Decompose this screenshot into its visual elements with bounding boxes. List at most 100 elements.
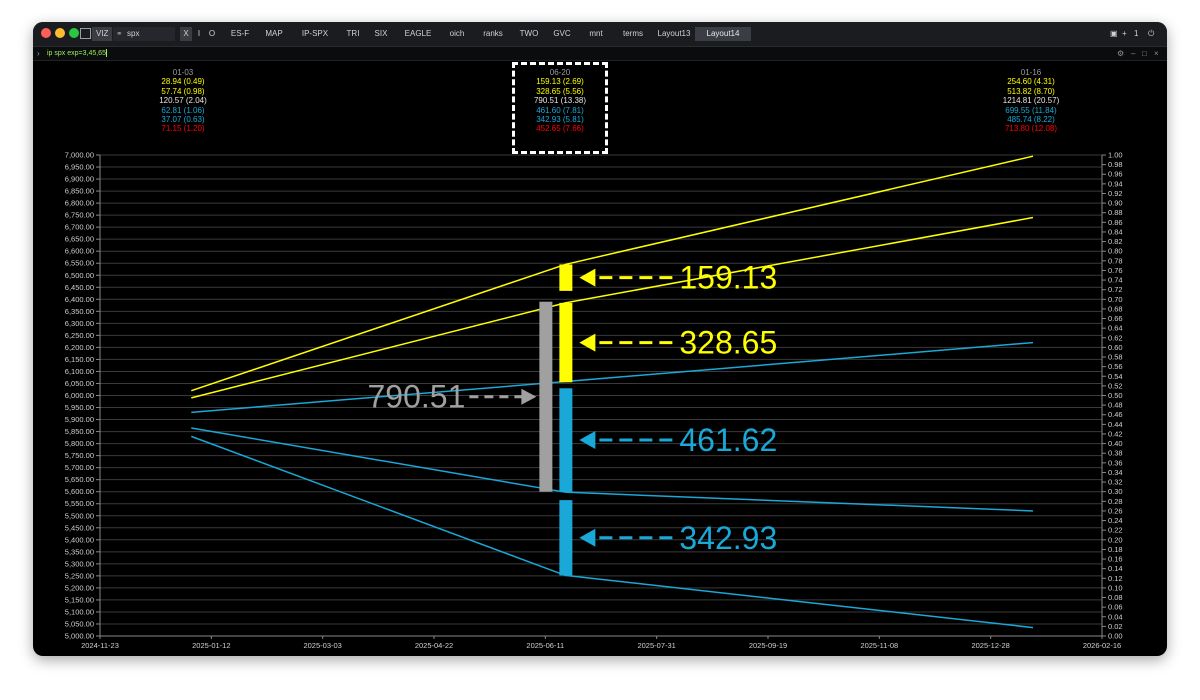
right-axis-label: 0.18	[1108, 545, 1123, 554]
right-axis-label: 0.36	[1108, 458, 1123, 467]
x-axis-label: 2025-11-08	[860, 641, 898, 650]
left-axis-label: 6,800.00	[65, 199, 94, 208]
left-axis-label: 6,600.00	[65, 247, 94, 256]
left-axis-label: 5,700.00	[65, 463, 94, 472]
app-window: VIZ ⚭ spx X I O ES-F MAP IP-SPX TRI SIX EAGLE…	[33, 22, 1167, 656]
x-axis-label: 2024-11-23	[81, 641, 119, 650]
left-axis-label: 6,100.00	[65, 367, 94, 376]
range-bar-3	[559, 388, 573, 492]
x-axis-label: 2025-07-31	[637, 641, 675, 650]
left-axis-label: 6,050.00	[65, 379, 94, 388]
right-axis-label: 0.82	[1108, 237, 1123, 246]
right-axis-label: 0.84	[1108, 227, 1123, 236]
series-line-2	[191, 341, 1034, 414]
left-axis-label: 6,350.00	[65, 307, 94, 316]
left-axis-label: 6,750.00	[65, 211, 94, 220]
right-axis-label: 0.94	[1108, 179, 1123, 188]
left-axis-label: 5,750.00	[65, 451, 94, 460]
right-axis-label: 0.48	[1108, 401, 1123, 410]
right-axis-label: 0.86	[1108, 218, 1123, 227]
right-axis-label: 0.54	[1108, 372, 1123, 381]
left-axis-label: 5,950.00	[65, 403, 94, 412]
x-axis-label: 2026-02-16	[1083, 641, 1121, 650]
x-axis-label: 2025-04-22	[415, 641, 453, 650]
right-axis-label: 0.78	[1108, 256, 1123, 265]
x-axis-label: 2025-01-12	[192, 641, 230, 650]
right-axis-label: 0.60	[1108, 343, 1123, 352]
series-line-4	[191, 435, 1034, 629]
right-axis-label: 0.74	[1108, 276, 1123, 285]
right-axis-label: 0.10	[1108, 583, 1123, 592]
right-axis-label: 0.72	[1108, 285, 1123, 294]
left-axis-label: 6,250.00	[65, 331, 94, 340]
right-axis-label: 0.56	[1108, 362, 1123, 371]
left-axis-label: 5,000.00	[65, 632, 94, 641]
range-bar-0	[559, 264, 573, 291]
left-axis-label: 5,400.00	[65, 535, 94, 544]
x-axis-label: 2025-03-03	[303, 641, 341, 650]
left-axis-label: 6,000.00	[65, 391, 94, 400]
right-axis-label: 0.58	[1108, 353, 1123, 362]
bar-arrow-head	[579, 430, 596, 449]
right-axis-label: 0.22	[1108, 526, 1123, 535]
x-axis-label: 2025-06-11	[526, 641, 564, 650]
bar-arrow-head	[579, 333, 596, 352]
left-axis-label: 6,550.00	[65, 259, 94, 268]
left-axis-label: 6,900.00	[65, 175, 94, 184]
right-axis-label: 1.00	[1108, 151, 1123, 160]
bar-value-label: 159.13	[679, 260, 777, 296]
right-axis-label: 0.46	[1108, 410, 1123, 419]
right-axis-label: 0.00	[1108, 632, 1123, 641]
right-axis-label: 0.96	[1108, 170, 1123, 179]
left-axis-label: 6,400.00	[65, 295, 94, 304]
right-axis-label: 0.28	[1108, 497, 1123, 506]
bar-arrow-head	[521, 388, 537, 405]
left-axis-label: 5,850.00	[65, 427, 94, 436]
left-axis-label: 5,650.00	[65, 475, 94, 484]
left-axis-label: 5,300.00	[65, 559, 94, 568]
left-axis-label: 6,500.00	[65, 271, 94, 280]
right-axis-label: 0.66	[1108, 314, 1123, 323]
range-bar-4	[559, 500, 573, 576]
left-axis-label: 5,100.00	[65, 607, 94, 616]
right-axis-label: 0.70	[1108, 295, 1123, 304]
bar-arrow-head	[579, 528, 596, 547]
right-axis-label: 0.20	[1108, 535, 1123, 544]
right-axis-label: 0.16	[1108, 555, 1123, 564]
right-axis-label: 0.42	[1108, 429, 1123, 438]
right-axis-label: 0.38	[1108, 449, 1123, 458]
left-axis-label: 5,800.00	[65, 439, 94, 448]
left-axis-label: 5,450.00	[65, 523, 94, 532]
left-axis-label: 6,300.00	[65, 319, 94, 328]
price-chart: 5,000.00 5,050.00 5,100.00 5,150.00 5,200.00…	[65, 151, 1123, 651]
bar-arrow-head	[579, 268, 596, 287]
right-axis-label: 0.04	[1108, 612, 1123, 621]
right-axis-label: 0.76	[1108, 266, 1123, 275]
x-axis-label: 2025-12-28	[971, 641, 1009, 650]
left-axis-label: 5,600.00	[65, 487, 94, 496]
right-axis-label: 0.62	[1108, 333, 1123, 342]
right-axis-label: 0.30	[1108, 487, 1123, 496]
right-axis-label: 0.02	[1108, 622, 1123, 631]
bar-value-label: 790.51	[367, 379, 465, 415]
right-axis-label: 0.14	[1108, 564, 1123, 573]
left-axis-label: 6,700.00	[65, 223, 94, 232]
right-axis-label: 0.40	[1108, 439, 1123, 448]
left-axis-label: 5,500.00	[65, 511, 94, 520]
right-axis-label: 0.06	[1108, 603, 1123, 612]
series-line-1	[191, 216, 1034, 399]
left-axis-label: 6,850.00	[65, 187, 94, 196]
right-axis-label: 0.50	[1108, 391, 1123, 400]
right-axis-label: 0.92	[1108, 189, 1123, 198]
bar-value-label: 342.93	[679, 520, 777, 556]
left-axis-label: 5,050.00	[65, 619, 94, 628]
right-axis-label: 0.90	[1108, 199, 1123, 208]
left-axis-label: 5,900.00	[65, 415, 94, 424]
bar-value-label: 461.62	[679, 422, 777, 458]
right-axis-label: 0.44	[1108, 420, 1123, 429]
bar-value-label: 328.65	[679, 325, 777, 361]
left-axis-label: 5,350.00	[65, 547, 94, 556]
left-axis-label: 6,950.00	[65, 163, 94, 172]
right-axis-label: 0.80	[1108, 247, 1123, 256]
left-axis-label: 5,250.00	[65, 571, 94, 580]
